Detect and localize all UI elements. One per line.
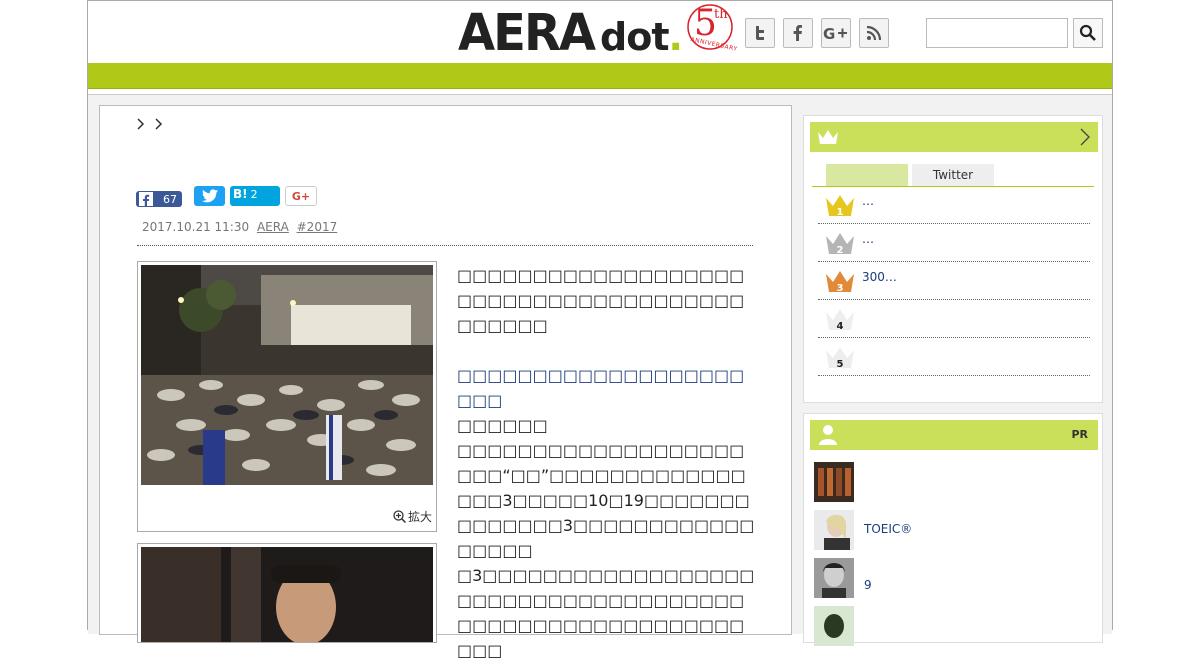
pr-thumbnail	[814, 558, 854, 598]
site-logo[interactable]: AERA dot. 5 th ANNIVERSARY	[458, 3, 738, 63]
search-input[interactable]	[926, 18, 1068, 48]
gold-crown-icon: 1	[826, 195, 854, 218]
facebook-icon	[139, 192, 153, 206]
rank-number: 2	[837, 245, 844, 256]
svg-text:G: G	[823, 25, 835, 42]
pr-thumbnail	[814, 510, 854, 550]
zoom-in-icon	[393, 510, 406, 523]
rss-link[interactable]	[859, 18, 889, 48]
google-plus-icon: G	[823, 25, 847, 42]
facebook-icon	[793, 25, 802, 41]
portrait-image	[814, 606, 854, 646]
badge-suffix: th	[713, 7, 728, 22]
pr-badge: PR	[1071, 428, 1088, 441]
pr-item-text: 9	[864, 578, 872, 592]
search-icon	[1079, 24, 1096, 41]
rss-icon	[866, 25, 882, 41]
search-button[interactable]	[1073, 18, 1103, 48]
ranking-item-text: …	[862, 194, 874, 208]
man-portrait-image	[814, 558, 854, 598]
logo-aera-text: AERA	[458, 3, 596, 63]
hatena-bookmark-button[interactable]: B! 2	[230, 186, 280, 206]
global-nav-bar	[88, 63, 1112, 89]
article-subheading: □□□□□□	[457, 416, 548, 435]
article-source-link[interactable]: AERA	[257, 220, 289, 234]
facebook-share-button[interactable]: 67	[136, 191, 182, 207]
rank-number: 3	[837, 283, 844, 294]
woman-portrait-image	[814, 510, 854, 550]
pr-thumbnail	[814, 606, 854, 646]
crown-icon	[818, 130, 838, 144]
google-plus-share-button[interactable]: G+	[285, 186, 317, 206]
article-related-link[interactable]: □□□□□□□□□□□□□□□□□□□□□□	[457, 363, 757, 413]
chevron-right-icon	[137, 118, 145, 130]
chevron-right-icon	[155, 118, 163, 130]
speaker-image	[141, 547, 433, 642]
ranking-item[interactable]: 1 …	[818, 186, 1090, 224]
crown-outline-icon: 4	[826, 309, 854, 332]
site-header: AERA dot. 5 th ANNIVERSARY G	[88, 0, 1112, 63]
person-icon	[819, 425, 837, 445]
article-meta: 2017.10.21 11:30 AERA #2017	[142, 220, 337, 234]
google-plus-link[interactable]: G	[821, 18, 851, 48]
article-photo-1[interactable]: 拡大	[137, 261, 437, 532]
page-frame: AERA dot. 5 th ANNIVERSARY G 67 B! 2 G+ …	[87, 0, 1113, 660]
rank-number: 1	[837, 207, 844, 218]
meta-divider	[137, 245, 753, 246]
article-date: 2017.10.21 11:30	[142, 220, 250, 234]
rally-crowd-image	[141, 265, 433, 485]
enlarge-label: 拡大	[407, 510, 432, 524]
anniversary-badge: 5 th ANNIVERSARY	[684, 3, 738, 57]
breadcrumb-separator	[137, 118, 145, 134]
crown-outline-icon: 5	[826, 347, 854, 370]
pr-thumbnail	[814, 462, 854, 502]
twitter-share-button[interactable]	[194, 186, 225, 206]
rank-number: 4	[837, 321, 844, 332]
article-tag-link[interactable]: #2017	[297, 220, 338, 234]
ranking-panel: Twitter 1 … 2 … 3 300… 4 5	[803, 115, 1103, 403]
tab-ranking-twitter[interactable]: Twitter	[912, 164, 994, 186]
breadcrumb-separator	[155, 118, 163, 134]
food-image	[814, 462, 854, 502]
pr-item-text: TOEIC®	[864, 522, 913, 536]
pr-header: PR	[810, 420, 1098, 450]
twitter-icon	[756, 26, 764, 40]
facebook-link[interactable]	[783, 18, 813, 48]
bronze-crown-icon: 3	[826, 271, 854, 294]
article-paragraph-1: □□□□□□□□□□□□□□□□□□□□□□□□□□□□□□□□□□□□□□□□…	[457, 266, 745, 335]
ranking-item[interactable]: 3 300…	[818, 262, 1090, 300]
rally-photo	[141, 265, 433, 485]
twitter-link[interactable]	[745, 18, 775, 48]
hatena-label: B!	[233, 187, 248, 201]
hatena-count: 2	[250, 187, 258, 201]
ranking-item[interactable]: 5	[818, 338, 1090, 376]
facebook-share-count: 67	[163, 192, 177, 206]
chevron-right-icon	[1080, 128, 1090, 146]
speaker-photo	[141, 547, 433, 642]
silver-crown-icon: 2	[826, 233, 854, 256]
enlarge-button[interactable]: 拡大	[393, 508, 432, 525]
article-paragraph-2: □□□□□□□□□□□□□□□□□□□□□□“□□”□□□□□□□□□□□□□□…	[457, 441, 755, 560]
ranking-item-text: …	[862, 232, 874, 246]
tab-ranking-main[interactable]	[826, 164, 908, 186]
twitter-bird-icon	[202, 189, 218, 203]
ranking-header[interactable]	[810, 122, 1098, 152]
article-paragraph-3: □3□□□□□□□□□□□□□□□□□□□□□□□□□□□□□□□□□□□□□□…	[457, 566, 755, 660]
ranking-item-text: 300…	[862, 270, 897, 284]
ranking-item[interactable]: 2 …	[818, 224, 1090, 262]
pr-panel: PR TOEIC® 9	[803, 413, 1103, 646]
ranking-item[interactable]: 4	[818, 300, 1090, 338]
article-photo-2[interactable]	[137, 543, 437, 643]
logo-dot-text: dot.	[600, 15, 683, 59]
rank-number: 5	[837, 359, 844, 370]
